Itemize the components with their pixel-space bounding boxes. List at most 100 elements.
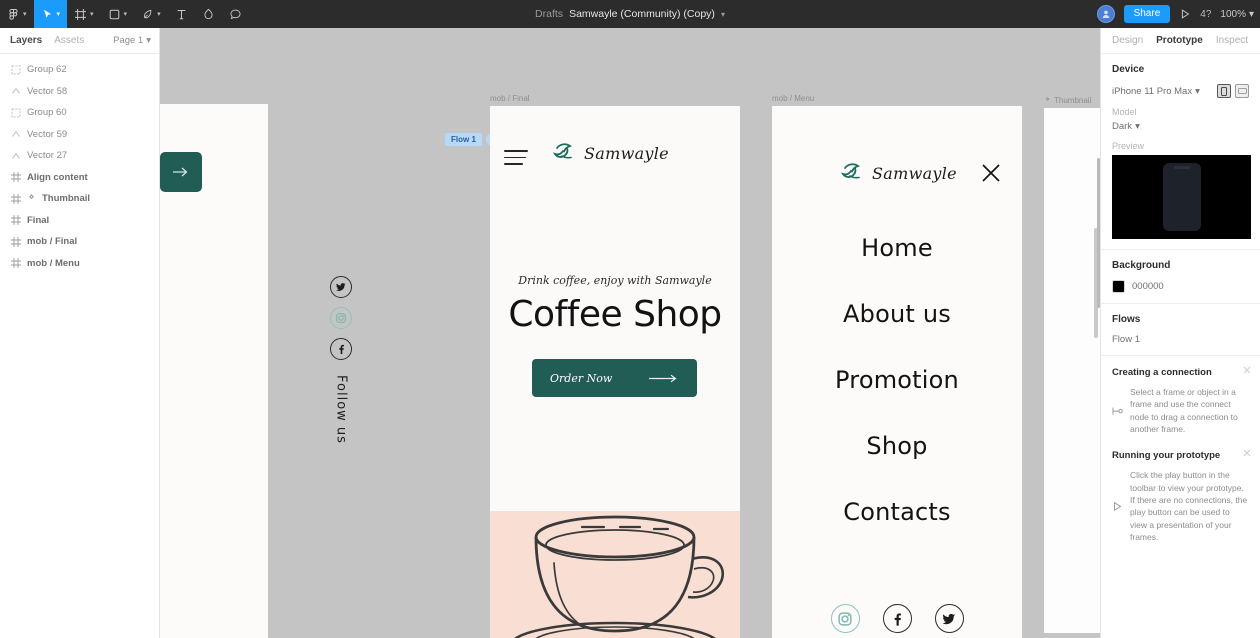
- frame-label-mob-menu[interactable]: mob / Menu: [772, 94, 814, 103]
- tab-assets[interactable]: Assets: [54, 35, 84, 46]
- layer-row[interactable]: Group 62: [0, 59, 159, 81]
- frame-label-thumbnail[interactable]: Thumbnail: [1044, 96, 1091, 105]
- frame-label-text: mob / Final: [490, 94, 530, 103]
- pen-tool-button[interactable]: ▾: [134, 0, 168, 28]
- shape-tool-caret: ▾: [123, 10, 128, 18]
- layer-row[interactable]: Align content: [0, 167, 159, 189]
- frame-label-mob-final[interactable]: mob / Final: [490, 94, 530, 103]
- layer-row[interactable]: Vector 58: [0, 81, 159, 103]
- user-avatar[interactable]: [1096, 5, 1115, 23]
- facebook-icon[interactable]: [330, 338, 352, 360]
- document-menu-caret-icon[interactable]: ▾: [721, 10, 725, 19]
- move-tool-caret: ▾: [56, 10, 61, 18]
- background-color-row[interactable]: 000000: [1112, 280, 1249, 293]
- layer-row[interactable]: Group 60: [0, 102, 159, 124]
- orientation-portrait-button[interactable]: [1217, 84, 1231, 98]
- share-button[interactable]: Share: [1123, 5, 1171, 23]
- menu-item-shop[interactable]: Shop: [866, 432, 927, 460]
- close-icon[interactable]: [1243, 449, 1251, 457]
- canvas-frame-mob-final[interactable]: Samwayle Drink coffee, enjoy with Samway…: [490, 106, 740, 638]
- instagram-icon[interactable]: [330, 307, 352, 329]
- panel-scrollbar[interactable]: [1097, 158, 1100, 308]
- model-label: Model: [1112, 107, 1137, 117]
- instagram-icon[interactable]: [830, 604, 860, 633]
- model-select-caret-icon: ▾: [1135, 121, 1140, 132]
- layer-name: Group 60: [27, 107, 67, 119]
- tab-layers[interactable]: Layers: [10, 35, 42, 46]
- tip-body: Click the play button in the toolbar to …: [1112, 469, 1249, 543]
- layer-row[interactable]: mob / Menu: [0, 253, 159, 275]
- menu-tool-button[interactable]: ▾: [0, 0, 34, 28]
- menu-item-promotion[interactable]: Promotion: [835, 366, 959, 394]
- comment-tool-button[interactable]: [222, 0, 249, 28]
- layer-row[interactable]: Vector 27: [0, 145, 159, 167]
- device-select-caret-icon: ▾: [1195, 85, 1200, 97]
- layer-name: Final: [27, 214, 50, 226]
- breadcrumb-drafts[interactable]: Drafts: [535, 8, 563, 20]
- brand-name: Samwayle: [584, 143, 669, 163]
- tab-inspect[interactable]: Inspect: [1216, 35, 1248, 46]
- portrait-icon: [1221, 86, 1227, 96]
- menu-item-about-us[interactable]: About us: [843, 300, 951, 328]
- order-now-button[interactable]: Order Now: [532, 359, 697, 397]
- present-play-icon[interactable]: [1179, 8, 1191, 20]
- layer-row[interactable]: Vector 59: [0, 124, 159, 146]
- layer-row[interactable]: Thumbnail: [0, 188, 159, 210]
- tool-group: ▾ ▾ ▾ ▾ ▾: [0, 0, 249, 28]
- frame-icon: [11, 193, 21, 204]
- layer-name: Vector 58: [27, 85, 68, 97]
- canvas-frame-thumbnail[interactable]: [1044, 108, 1100, 633]
- device-select-value: iPhone 11 Pro Max: [1112, 85, 1193, 97]
- layers-panel-tabs: Layers Assets Page 1 ▾: [0, 28, 159, 54]
- canvas-frame-final-desktop[interactable]: [160, 104, 268, 638]
- background-color-hex[interactable]: 000000: [1132, 281, 1164, 292]
- move-tool-button[interactable]: ▾: [33, 0, 68, 28]
- menu-item-home[interactable]: Home: [861, 234, 933, 262]
- comment-bubble-icon: [230, 9, 241, 19]
- tab-prototype[interactable]: Prototype: [1156, 35, 1203, 46]
- frame-tool-caret: ▾: [90, 10, 94, 18]
- background-color-swatch[interactable]: [1112, 280, 1125, 293]
- facebook-icon[interactable]: [882, 604, 912, 633]
- canvas-frame-mob-menu[interactable]: Samwayle Home About us Promotion Shop Co…: [772, 106, 1022, 638]
- tip-body: Select a frame or object in a frame and …: [1112, 386, 1249, 435]
- coffee-cup-illustration-area: [490, 511, 740, 638]
- orientation-landscape-button[interactable]: [1235, 84, 1249, 98]
- tab-design[interactable]: Design: [1112, 35, 1143, 46]
- document-title[interactable]: Samwayle (Community) (Copy): [569, 8, 715, 20]
- model-select-value: Dark: [1112, 121, 1133, 132]
- frame-label-text: Thumbnail: [1054, 96, 1092, 105]
- menu-item-contacts[interactable]: Contacts: [843, 498, 950, 526]
- layer-name: Vector 27: [27, 150, 68, 162]
- close-icon[interactable]: [1243, 366, 1251, 374]
- design-canvas[interactable]: Follow us Flow 1 mob / Final Samwayle Dr…: [160, 28, 1100, 638]
- frame-icon: [75, 8, 87, 20]
- frame-tool-button[interactable]: ▾: [67, 0, 101, 28]
- hamburger-menu-icon[interactable]: [504, 150, 528, 170]
- flow-list-item[interactable]: Flow 1: [1112, 334, 1249, 345]
- zoom-level-control[interactable]: 100% ▾: [1220, 9, 1254, 20]
- vector-icon: [12, 152, 20, 159]
- layer-row[interactable]: Final: [0, 210, 159, 232]
- figma-logo-icon: [9, 8, 18, 20]
- layer-row[interactable]: mob / Final: [0, 231, 159, 253]
- leaf-mark-icon: [552, 143, 572, 159]
- model-select[interactable]: Dark ▾: [1112, 121, 1140, 132]
- device-select[interactable]: iPhone 11 Pro Max ▾: [1112, 86, 1200, 97]
- page-selector[interactable]: Page 1 ▾: [113, 35, 151, 46]
- close-icon[interactable]: [980, 162, 1002, 184]
- twitter-icon[interactable]: [330, 276, 352, 298]
- hand-tool-button[interactable]: [195, 0, 222, 28]
- frame-icon: [11, 172, 21, 183]
- shape-tool-button[interactable]: ▾: [101, 0, 135, 28]
- device-preview[interactable]: [1112, 155, 1251, 239]
- text-tool-button[interactable]: [168, 0, 195, 28]
- frame-cta-fragment: [160, 152, 202, 192]
- comment-count-badge[interactable]: 4?: [1200, 9, 1211, 20]
- layer-name: Thumbnail: [42, 193, 91, 205]
- twitter-icon[interactable]: [934, 604, 964, 633]
- device-selector-row: iPhone 11 Pro Max ▾: [1112, 84, 1249, 98]
- page-selector-caret-icon: ▾: [146, 35, 151, 46]
- layer-name: Vector 59: [27, 128, 68, 140]
- tip-text: Click the play button in the toolbar to …: [1130, 470, 1248, 542]
